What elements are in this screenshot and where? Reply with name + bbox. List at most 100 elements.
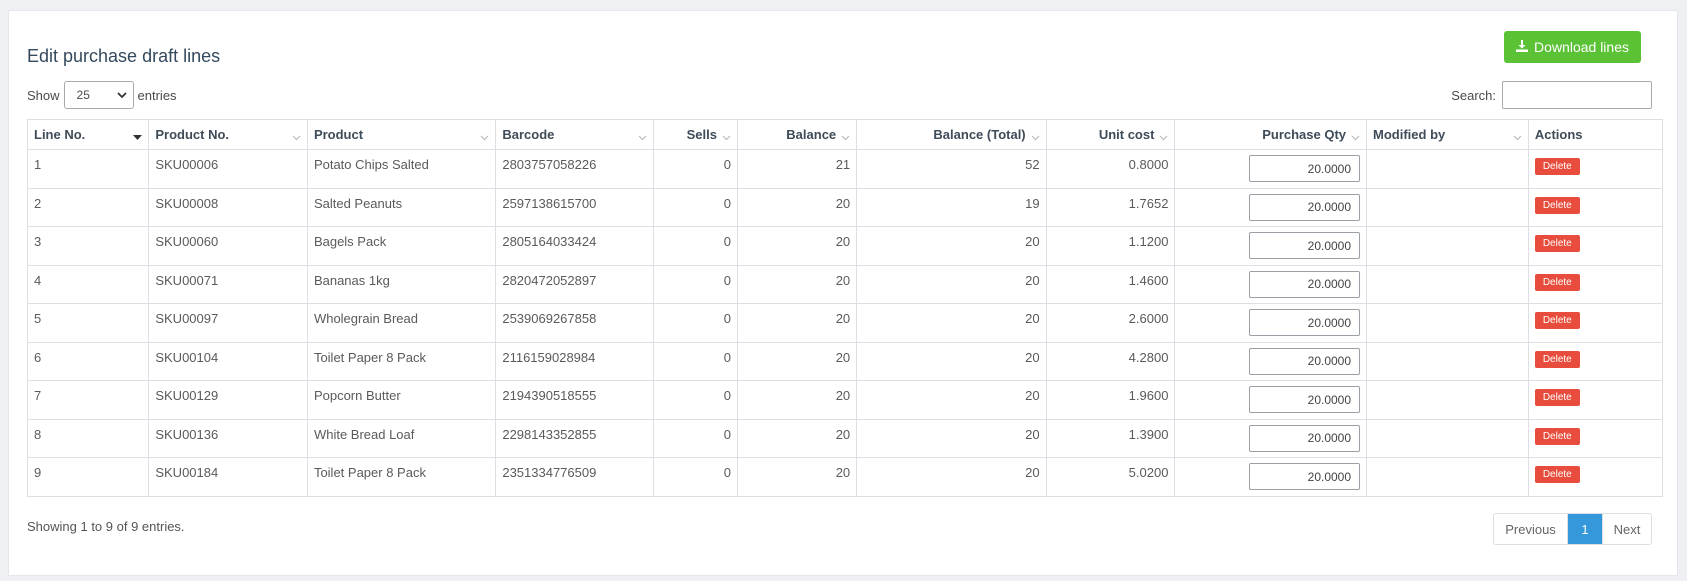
cell-modified-by [1366,457,1529,497]
cell-modified-by [1366,226,1529,266]
search-input[interactable] [1502,81,1652,109]
cell-unit-cost: 1.7652 [1045,187,1176,227]
chevron-down-icon [1513,130,1522,141]
purchase-qty-input[interactable]: 20.0000 [1249,309,1361,336]
column-header-label: Balance (Total) [933,127,1026,142]
table-row: 4 SKU00071 Bananas 1kg 2820472052897 0 20 20 1.… [26,264,1664,304]
column-header[interactable]: Product No. [148,119,308,150]
cell-actions: Delete [1527,303,1664,343]
cell-balance-total: 20 [856,418,1047,458]
cell-sells: 0 [652,418,738,458]
show-label: Show [27,87,60,103]
cell-purchase-qty: 20.0000 [1174,341,1368,381]
lines-table: Line No. Product No. Product Barcode Sells Ba… [26,119,1664,497]
delete-button[interactable]: Delete [1534,158,1580,175]
delete-button[interactable]: Delete [1534,196,1580,214]
cell-product: Potato Chips Salted [306,149,497,189]
cell-product: Toilet Paper 8 Pack [306,457,497,497]
cell-product: Bananas 1kg [306,264,497,304]
download-icon [1516,39,1529,55]
column-header[interactable]: Product [306,119,497,150]
cell-modified-by [1366,149,1529,189]
column-header-label: Modified by [1373,127,1446,142]
cell-balance: 20 [736,264,858,304]
purchase-qty-input[interactable]: 20.0000 [1249,155,1361,182]
purchase-qty-input[interactable]: 20.0000 [1249,193,1361,221]
cell-sells: 0 [652,264,738,304]
cell-sells: 0 [652,149,738,189]
cell-unit-cost: 1.1200 [1045,226,1176,266]
table-body: 1 SKU00006 Potato Chips Salted 280375705822… [26,149,1664,497]
table-info: Showing 1 to 9 of 9 entries. [27,519,185,534]
cell-sku: SKU00136 [148,418,308,458]
entries-select[interactable]: 25 [63,81,134,109]
cell-modified-by [1366,380,1529,420]
purchase-qty-input[interactable]: 20.0000 [1249,386,1361,413]
cell-product: Bagels Pack [306,226,497,266]
cell-sells: 0 [652,380,738,420]
cell-barcode: 2351334776509 [495,457,654,497]
cell-line: 7 [26,380,150,420]
cell-sku: SKU00104 [148,341,308,381]
previous-page-button[interactable]: Previous [1494,514,1568,544]
column-header[interactable]: Barcode [495,119,654,150]
cell-sells: 0 [652,226,738,266]
cell-line: 5 [26,303,150,343]
purchase-qty-input[interactable]: 20.0000 [1249,463,1361,490]
page-1-button[interactable]: 1 [1568,514,1602,544]
cell-line: 3 [26,226,150,266]
cell-product: Wholegrain Bread [306,303,497,343]
cell-balance: 21 [736,149,858,189]
cell-actions: Delete [1527,341,1664,381]
delete-button[interactable]: Delete [1534,427,1580,445]
cell-actions: Delete [1527,457,1664,497]
column-header[interactable]: Sells [652,119,738,150]
column-header-label: Sells [686,127,717,142]
cell-balance: 20 [736,418,858,458]
purchase-qty-input[interactable]: 20.0000 [1249,232,1361,259]
column-header[interactable]: Unit cost [1045,119,1176,150]
delete-button[interactable]: Delete [1534,389,1580,406]
cell-sells: 0 [652,303,738,343]
column-header[interactable]: Balance [736,119,858,150]
delete-button[interactable]: Delete [1534,273,1580,291]
download-lines-button[interactable]: Download lines [1504,31,1641,63]
cell-balance-total: 20 [856,264,1047,304]
delete-button[interactable]: Delete [1534,350,1580,368]
delete-button[interactable]: Delete [1534,312,1580,329]
column-header-label: Product [313,127,364,142]
cell-balance-total: 20 [856,341,1047,381]
cell-line: 9 [26,457,150,497]
cell-actions: Delete [1527,226,1664,266]
cell-line: 2 [26,187,150,227]
chevron-down-icon [1351,130,1360,141]
cell-line: 6 [26,341,150,381]
cell-actions: Delete [1527,187,1664,227]
column-header[interactable]: Modified by [1366,119,1529,150]
cell-balance: 20 [736,341,858,381]
cell-sku: SKU00006 [148,149,308,189]
next-page-button[interactable]: Next [1602,514,1651,544]
cell-balance: 20 [736,226,858,266]
column-header-label: Barcode [502,127,555,142]
cell-barcode: 2597138615700 [495,187,654,227]
table-row: 8 SKU00136 White Bread Loaf 2298143352855 0 2… [26,418,1664,458]
cell-barcode: 2194390518555 [495,380,654,420]
chevron-down-icon [1031,130,1040,141]
purchase-qty-input[interactable]: 20.0000 [1249,347,1361,375]
search-control: Search: [1451,81,1652,109]
column-header[interactable]: Purchase Qty [1174,119,1368,150]
cell-sku: SKU00129 [148,380,308,420]
cell-balance-total: 52 [856,149,1047,189]
column-header-label: Actions [1534,127,1583,142]
column-header[interactable]: Line No. [26,119,150,150]
cell-purchase-qty: 20.0000 [1174,457,1368,497]
column-header[interactable]: Balance (Total) [856,119,1047,150]
table-row: 1 SKU00006 Potato Chips Salted 280375705822… [26,149,1664,189]
purchase-qty-input[interactable]: 20.0000 [1249,270,1361,298]
search-label: Search: [1451,87,1496,103]
delete-button[interactable]: Delete [1534,466,1580,483]
delete-button[interactable]: Delete [1534,235,1580,252]
entries-select-value: 25 [76,88,90,102]
purchase-qty-input[interactable]: 20.0000 [1249,424,1361,452]
